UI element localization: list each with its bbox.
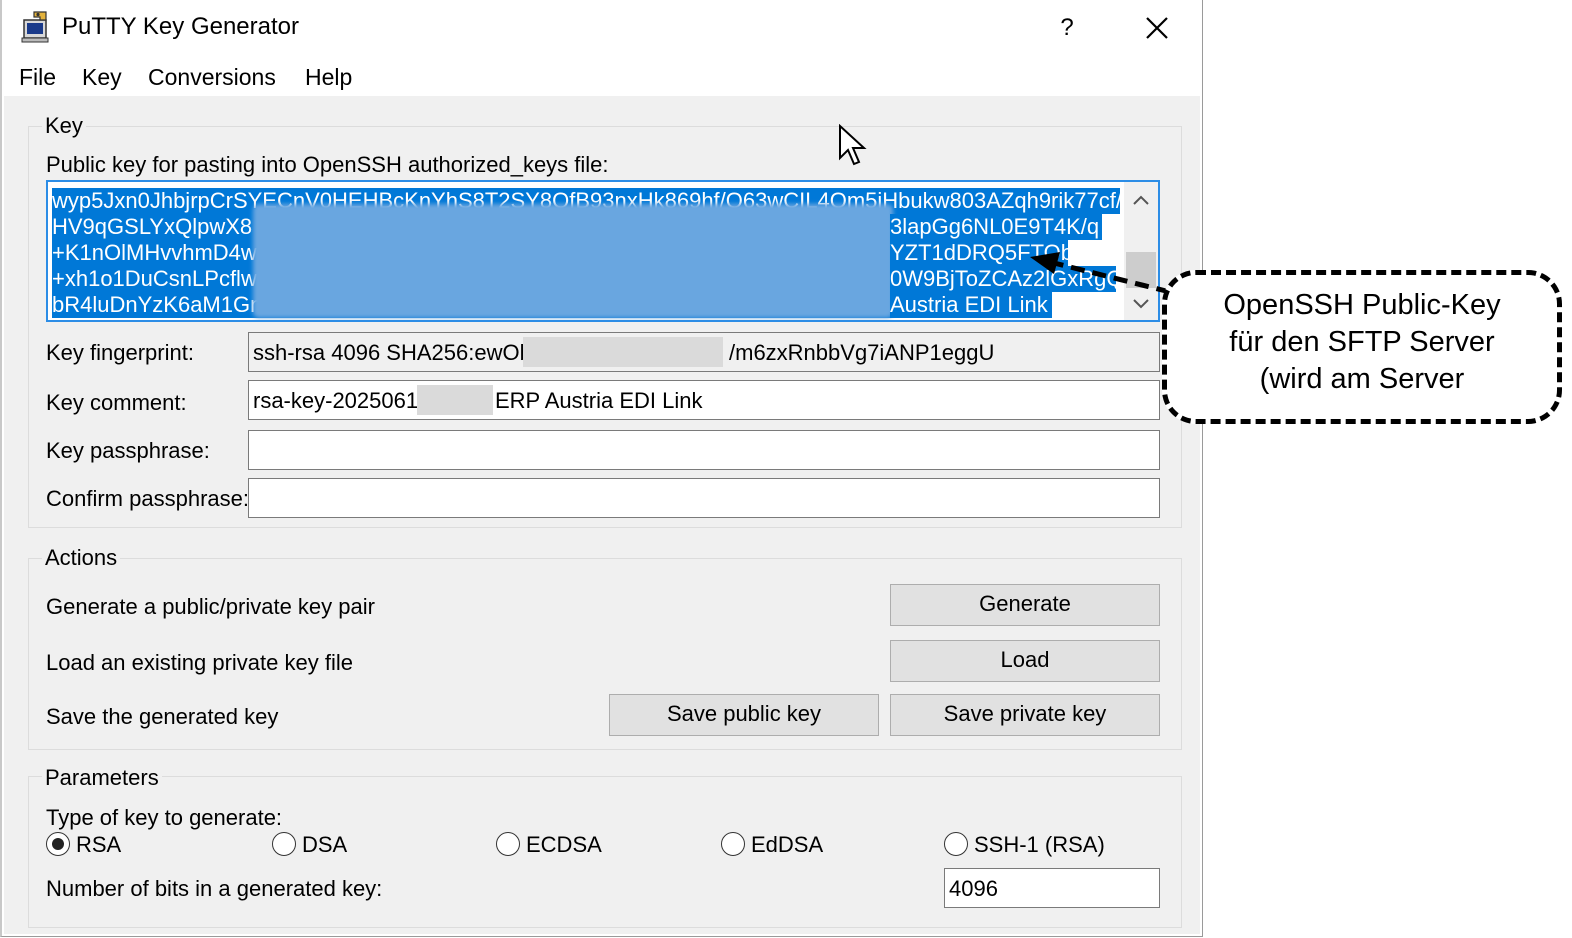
menu-file[interactable]: File: [19, 64, 56, 91]
key-group-label: Key: [42, 113, 86, 139]
passphrase-field[interactable]: [248, 430, 1160, 470]
radio-ecdsa[interactable]: ECDSA: [496, 832, 602, 858]
fingerprint-redaction: [523, 337, 723, 367]
putty-app-icon: [21, 11, 49, 43]
radio-ssh1-rsa[interactable]: SSH-1 (RSA): [944, 832, 1105, 858]
menu-bar: File Key Conversions Help: [2, 56, 1202, 96]
bits-label: Number of bits in a generated key:: [46, 876, 383, 901]
radio-eddsa-label: EdDSA: [751, 832, 824, 857]
public-key-line-2-end: 3lapGg6NL0E9T4K/q: [890, 214, 1100, 240]
scroll-up-icon[interactable]: [1132, 194, 1150, 206]
radio-dsa[interactable]: DSA: [272, 832, 347, 858]
menu-conversions[interactable]: Conversions: [148, 64, 276, 91]
putty-key-generator-window: PuTTY Key Generator ? File Key Conversio…: [0, 0, 1203, 937]
fingerprint-label: Key fingerprint:: [46, 340, 194, 365]
fingerprint-start: ssh-rsa 4096 SHA256:ewObe: [253, 340, 545, 365]
callout-line-2: für den SFTP Server: [1229, 326, 1495, 358]
save-description: Save the generated key: [46, 704, 279, 729]
help-button[interactable]: ?: [1042, 6, 1092, 50]
public-key-label: Public key for pasting into OpenSSH auth…: [46, 152, 609, 177]
radio-ecdsa-label: ECDSA: [526, 832, 602, 857]
annotation-callout: OpenSSH Public-Key für den SFTP Server (…: [1162, 270, 1562, 424]
key-type-label: Type of key to generate:: [46, 805, 283, 830]
comment-start: rsa-key-20250613: [253, 388, 431, 413]
generate-description: Generate a public/private key pair: [46, 594, 375, 619]
fingerprint-field[interactable]: ssh-rsa 4096 SHA256:ewObe /m6zxRnbbVg7iA…: [248, 332, 1160, 372]
confirm-passphrase-label: Confirm passphrase:: [46, 486, 249, 511]
close-icon[interactable]: [1130, 6, 1184, 50]
radio-ssh1-circle[interactable]: [944, 832, 968, 856]
callout-line-1: OpenSSH Public-Key: [1223, 289, 1501, 321]
passphrase-label: Key passphrase:: [46, 438, 210, 463]
comment-redaction: [417, 385, 493, 415]
radio-rsa-circle[interactable]: [46, 832, 70, 856]
radio-dsa-circle[interactable]: [272, 832, 296, 856]
title-bar: PuTTY Key Generator ?: [2, 0, 1202, 56]
radio-dsa-label: DSA: [302, 832, 348, 857]
load-button[interactable]: Load: [890, 640, 1160, 682]
mouse-cursor-icon: [839, 124, 867, 166]
comment-label: Key comment:: [46, 390, 187, 415]
window-title: PuTTY Key Generator: [62, 13, 299, 40]
load-description: Load an existing private key file: [46, 650, 353, 675]
callout-arrow: [1030, 252, 1171, 295]
generate-button[interactable]: Generate: [890, 584, 1160, 626]
save-private-key-button[interactable]: Save private key: [890, 694, 1160, 736]
radio-eddsa[interactable]: EdDSA: [721, 832, 823, 858]
public-key-textarea[interactable]: wyp5Jxn0JhbjrpCrSYECnV0HEHBcKnYhS8T2SY8O…: [46, 180, 1160, 322]
menu-key[interactable]: Key: [82, 64, 122, 91]
radio-ecdsa-circle[interactable]: [496, 832, 520, 856]
redacted-area: [253, 204, 893, 318]
save-public-key-button[interactable]: Save public key: [609, 694, 879, 736]
comment-end: ERP Austria EDI Link: [495, 388, 703, 413]
confirm-passphrase-field[interactable]: [248, 478, 1160, 518]
radio-rsa-label: RSA: [76, 832, 122, 857]
callout-line-3: (wird am Server: [1259, 363, 1465, 395]
menu-help[interactable]: Help: [305, 64, 352, 91]
comment-field[interactable]: rsa-key-20250613 ERP Austria EDI Link: [248, 380, 1160, 420]
actions-group-label: Actions: [42, 545, 121, 571]
parameters-group-label: Parameters: [42, 765, 162, 791]
bits-field[interactable]: 4096: [944, 868, 1160, 908]
radio-rsa[interactable]: RSA: [46, 832, 121, 858]
fingerprint-end: /m6zxRnbbVg7iANP1eggU: [729, 340, 995, 365]
radio-eddsa-circle[interactable]: [721, 832, 745, 856]
radio-ssh1-label: SSH-1 (RSA): [974, 832, 1105, 857]
